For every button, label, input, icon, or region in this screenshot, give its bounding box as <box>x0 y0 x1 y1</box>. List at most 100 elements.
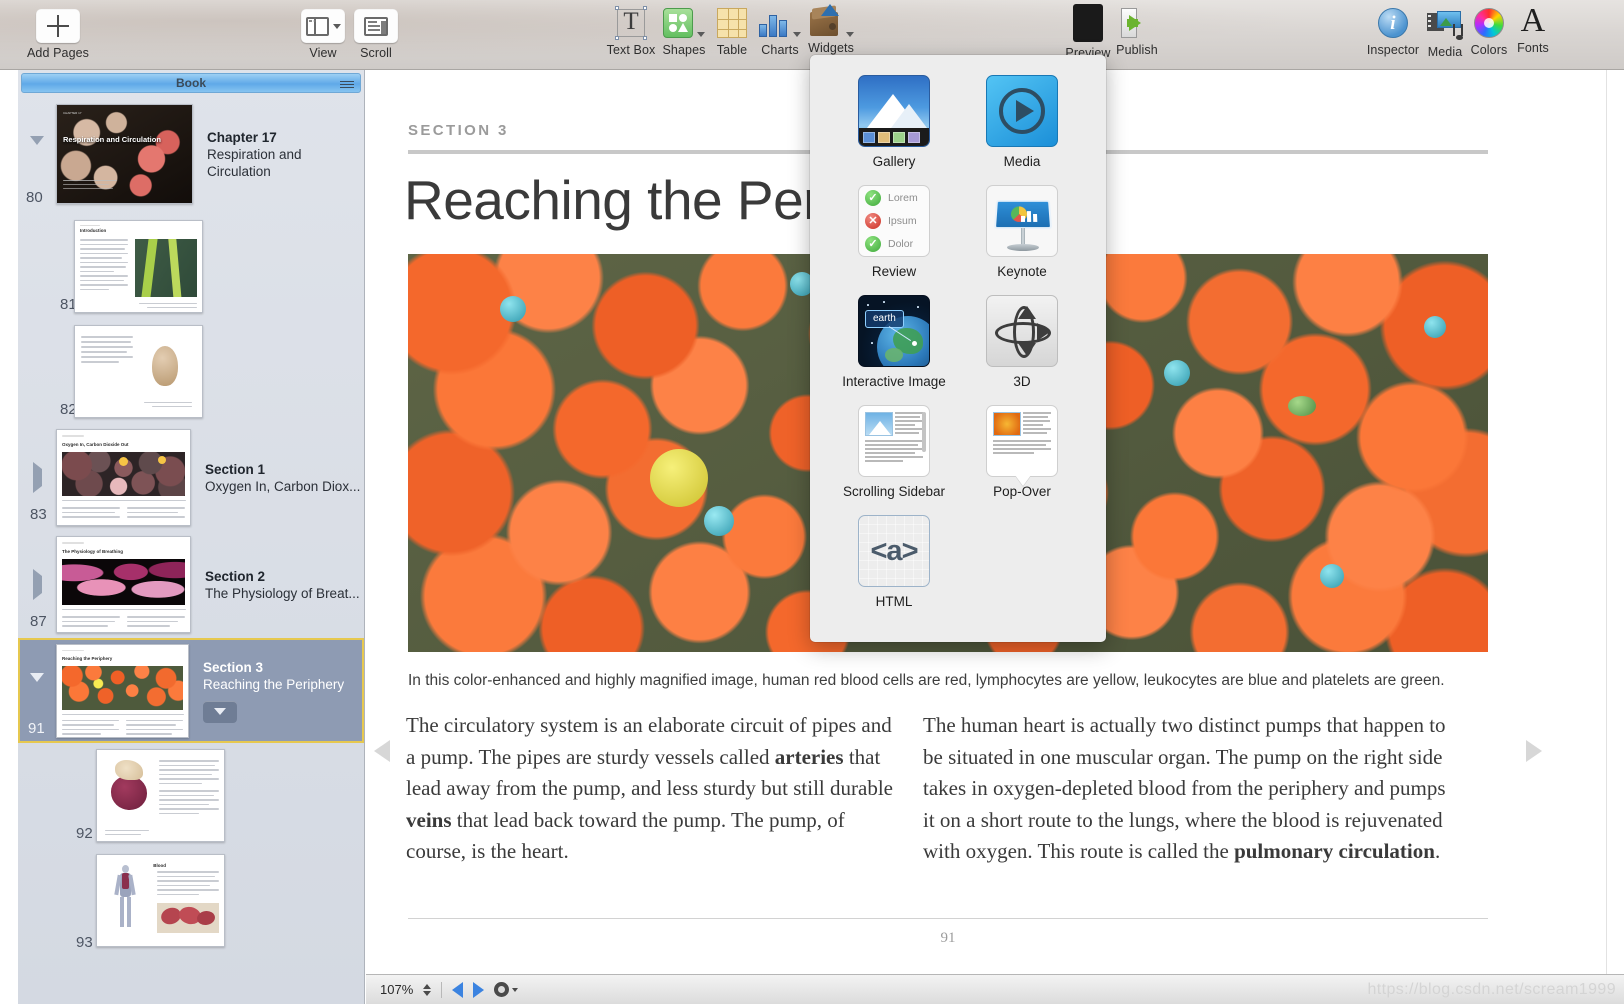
disclosure-triangle-down[interactable] <box>18 682 56 700</box>
fonts-a-icon: A <box>1521 4 1546 38</box>
widget-label: Scrolling Sidebar <box>843 484 945 499</box>
sidebar-row-subtitle: The Physiology of Breat... <box>205 585 360 602</box>
widget-item-review[interactable]: ✓Lorem ✕Ipsum ✓Dolor Review <box>830 179 958 283</box>
sidebar-page-number: 91 <box>28 720 45 737</box>
toolbar-widgets[interactable]: Widgets <box>795 3 867 55</box>
sidebar-page-list[interactable]: 80 CHAPTER 17 Respiration and Circulatio… <box>18 94 364 1004</box>
table-icon <box>717 8 747 38</box>
three-d-widget-icon <box>986 295 1058 367</box>
sidebar-row-page-81[interactable]: 81 Introduction <box>18 214 364 319</box>
widget-label: HTML <box>876 594 913 609</box>
review-row-text: Lorem <box>888 192 918 204</box>
widget-item-keynote[interactable]: Keynote <box>958 179 1086 283</box>
widget-item-interactive-image[interactable]: earth Interactive Image <box>830 289 958 393</box>
toolbar-label: Add Pages <box>22 46 94 60</box>
sidebar-row-section-2[interactable]: 87 The Physiology of Breathing <box>18 531 364 638</box>
sidebar-row-title: Section 3 <box>203 659 344 676</box>
widget-item-gallery[interactable]: Gallery <box>830 69 958 173</box>
widget-label: Keynote <box>997 264 1047 279</box>
widget-label: 3D <box>1013 374 1030 389</box>
scrolling-sidebar-widget-icon <box>858 405 930 477</box>
widget-item-pop-over[interactable]: Pop-Over <box>958 399 1086 503</box>
chevron-down-icon <box>512 988 518 992</box>
disclosure-triangle-right[interactable] <box>18 469 56 487</box>
thumbnail-title: The Physiology of Breathing <box>62 549 123 554</box>
keynote-widget-icon <box>986 185 1058 257</box>
html-widget-icon: <a> <box>858 515 930 587</box>
sidebar-page-number: 87 <box>30 613 47 630</box>
leukocyte-blue <box>1424 316 1446 338</box>
toolbar-label: Widgets <box>795 41 867 55</box>
sidebar-row-meta: Section 2 The Physiology of Breat... <box>205 568 360 602</box>
page-thumbnail[interactable]: Oxygen In, Carbon Dioxide Out <box>56 429 191 526</box>
widget-label: Gallery <box>873 154 916 169</box>
sidebar-row-chapter-17[interactable]: 80 CHAPTER 17 Respiration and Circulatio… <box>18 94 364 214</box>
widget-label: Interactive Image <box>842 374 946 389</box>
sidebar-row-section-1[interactable]: 83 Oxygen In, Carbon Dioxide Out <box>18 424 364 531</box>
review-row-text: Dolor <box>888 238 913 250</box>
toolbar-publish[interactable]: Publish <box>1101 5 1173 57</box>
previous-page-arrow-icon[interactable] <box>374 740 390 762</box>
toolbar-label: Scroll <box>340 46 412 60</box>
footer-rule <box>408 918 1488 919</box>
widget-label: Pop-Over <box>993 484 1051 499</box>
sidebar-row-page-92[interactable]: 92 <box>18 743 364 848</box>
watermark: https://blog.csdn.net/scream1999 <box>1368 981 1617 999</box>
body-column-right[interactable]: The human heart is actually two distinct… <box>923 710 1448 868</box>
sidebar-expand-badge[interactable] <box>203 701 237 723</box>
next-page-icon[interactable] <box>473 982 484 998</box>
interactive-image-widget-icon: earth <box>858 295 930 367</box>
thumbnail-title: Reaching the Periphery <box>62 656 112 661</box>
widget-label: Review <box>872 264 916 279</box>
gear-icon <box>494 982 509 997</box>
page-folio: 91 <box>408 930 1488 947</box>
page-thumbnail[interactable]: CHAPTER 17 Respiration and Circulation <box>56 104 193 204</box>
widget-item-media[interactable]: Media <box>958 69 1086 173</box>
sidebar-row-subtitle: Reaching the Periphery <box>203 676 344 693</box>
sidebar-row-subtitle: Oxygen In, Carbon Diox... <box>205 478 360 495</box>
toolbar-add-pages[interactable]: Add Pages <box>22 8 94 60</box>
widget-item-html[interactable]: <a> HTML <box>830 509 958 613</box>
publish-arrow-icon <box>1121 8 1153 38</box>
widget-item-3d[interactable]: 3D <box>958 289 1086 393</box>
sidebar-page-number: 80 <box>26 189 43 206</box>
sidebar-row-meta: Chapter 17 Respiration and Circulation <box>207 129 364 180</box>
scroll-icon <box>354 9 398 43</box>
page-settings-button[interactable] <box>494 982 518 997</box>
thumbnail-title: Blood <box>153 863 166 868</box>
body-column-left[interactable]: The circulatory system is an elaborate c… <box>406 710 906 868</box>
zoom-level-value[interactable]: 107% <box>380 982 413 997</box>
book-navigator-sidebar[interactable]: Book 80 CHAPTER 17 Respiration and Circu… <box>18 70 365 1004</box>
disclosure-triangle-right[interactable] <box>18 576 56 594</box>
disclosure-triangle-down[interactable] <box>18 145 56 163</box>
canvas-right-margin <box>1606 70 1624 974</box>
page-thumbnail[interactable] <box>74 325 203 418</box>
page-thumbnail[interactable]: Introduction <box>74 220 203 313</box>
info-circle-icon: i <box>1378 8 1408 38</box>
plus-icon <box>36 9 80 43</box>
lymphocyte-yellow <box>650 449 708 507</box>
widgets-popover-menu[interactable]: Gallery Media ✓Lorem ✕Ipsum ✓Dolor Revie… <box>810 55 1106 642</box>
sidebar-grip-icon[interactable] <box>340 81 354 87</box>
toolbar-fonts[interactable]: A Fonts <box>1497 3 1569 55</box>
pop-over-widget-icon <box>986 405 1058 477</box>
page-thumbnail[interactable]: Reaching the Periphery <box>56 644 189 738</box>
widget-item-scrolling-sidebar[interactable]: Scrolling Sidebar <box>830 399 958 503</box>
sidebar-header[interactable]: Book <box>21 73 361 93</box>
interactive-image-callout: earth <box>865 310 904 328</box>
sidebar-row-page-93[interactable]: 93 Blood <box>18 848 364 953</box>
toolbar-scroll[interactable]: Scroll <box>340 8 412 60</box>
widgets-grid: Gallery Media ✓Lorem ✕Ipsum ✓Dolor Revie… <box>810 55 1106 627</box>
sidebar-page-number: 93 <box>76 934 93 951</box>
sidebar-row-section-3[interactable]: 91 Reaching the Periphery <box>18 638 364 743</box>
zoom-stepper[interactable] <box>423 984 431 996</box>
html-glyph: <a> <box>871 535 918 568</box>
sidebar-row-title: Section 1 <box>205 461 360 478</box>
page-thumbnail[interactable] <box>96 749 225 842</box>
sidebar-row-page-82[interactable]: 82 <box>18 319 364 424</box>
next-page-arrow-icon[interactable] <box>1526 740 1542 762</box>
previous-page-icon[interactable] <box>452 982 463 998</box>
page-thumbnail[interactable]: The Physiology of Breathing <box>56 536 191 633</box>
page-thumbnail[interactable]: Blood <box>96 854 225 947</box>
sidebar-row-meta: Section 1 Oxygen In, Carbon Diox... <box>205 461 360 495</box>
